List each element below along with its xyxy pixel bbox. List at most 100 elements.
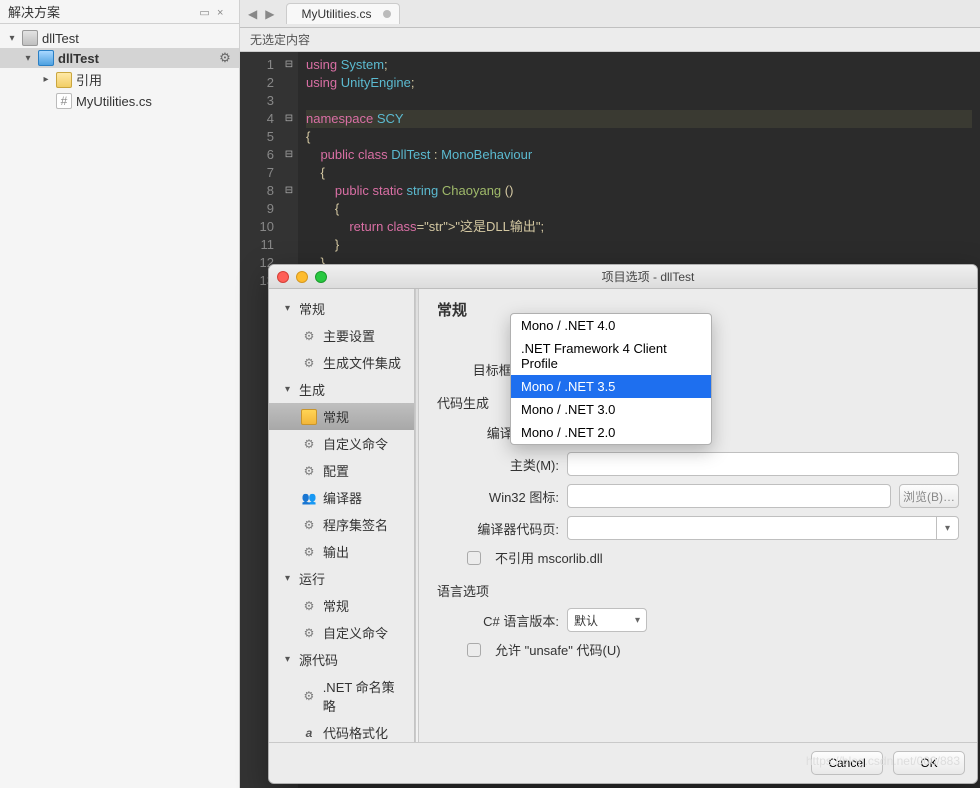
folder-icon <box>56 72 72 88</box>
sidebar-item-label: 代码格式化 <box>323 723 388 742</box>
solution-tree: ▾ dllTest ▾ dllTest ⚙ ▸ 引用 # MyUti <box>0 24 239 115</box>
sidebar-item-label: 常规 <box>323 596 349 615</box>
solution-root-label: dllTest <box>42 31 79 46</box>
format-icon: a <box>301 725 317 741</box>
breadcrumb[interactable]: 无选定内容 <box>240 28 980 52</box>
target-framework-dropdown[interactable]: Mono / .NET 4.0.NET Framework 4 Client P… <box>510 313 712 445</box>
nav-back-icon[interactable]: ◀ <box>248 7 257 21</box>
sidebar-group-label: 生成 <box>299 380 325 399</box>
tab-label: MyUtilities.cs <box>301 7 371 21</box>
sidebar-item[interactable]: ⚙ 自定义命令 <box>269 430 414 457</box>
main-class-label: 主类(M): <box>451 455 559 474</box>
allow-unsafe-checkbox[interactable] <box>467 643 481 657</box>
project-settings-gear-icon[interactable]: ⚙ <box>217 50 233 66</box>
sidebar-item[interactable]: ⚙ 输出 <box>269 538 414 565</box>
dropdown-option[interactable]: Mono / .NET 3.5 <box>511 375 711 398</box>
no-mscorlib-checkbox[interactable] <box>467 551 481 565</box>
file-node[interactable]: # MyUtilities.cs <box>0 91 239 111</box>
sidebar-item[interactable]: ⚙ 配置 <box>269 457 414 484</box>
sidebar-item[interactable]: ⚙ 自定义命令 <box>269 619 414 646</box>
sidebar-group[interactable]: ▾ 运行 <box>269 565 414 592</box>
sidebar-item-label: 生成文件集成 <box>323 353 401 372</box>
references-label: 引用 <box>76 70 102 89</box>
sidebar-item-label: 主要设置 <box>323 326 375 345</box>
sidebar-item-label: 编译器 <box>323 488 362 507</box>
gear-icon: ⚙ <box>301 598 317 614</box>
panel-close-icon[interactable]: × <box>217 7 231 19</box>
lang-heading: 语言选项 <box>437 581 959 600</box>
sidebar-item[interactable]: a 代码格式化 <box>269 719 414 742</box>
win32-input[interactable] <box>567 484 891 508</box>
win32-label: Win32 图标: <box>451 487 559 506</box>
codepage-value <box>568 517 936 539</box>
nav-forward-icon[interactable]: ▶ <box>265 7 274 21</box>
no-mscorlib-label: 不引用 mscorlib.dll <box>495 548 603 567</box>
codepage-combobox[interactable]: ▾ <box>567 516 959 540</box>
sidebar-item-label: .NET 命名策略 <box>323 677 406 715</box>
references-node[interactable]: ▸ 引用 <box>0 68 239 91</box>
csharp-file-icon: # <box>56 93 72 109</box>
window-close-icon[interactable] <box>277 271 289 283</box>
file-label: MyUtilities.cs <box>76 94 152 109</box>
people-icon: 👥 <box>301 490 317 506</box>
sidebar-item-label: 自定义命令 <box>323 623 388 642</box>
dropdown-option[interactable]: .NET Framework 4 Client Profile <box>511 337 711 375</box>
project-label: dllTest <box>58 51 99 66</box>
allow-unsafe-label: 允许 "unsafe" 代码(U) <box>495 640 621 659</box>
disclosure-icon[interactable]: ▾ <box>285 303 295 314</box>
dialog-title: 项目选项 - dllTest <box>327 268 969 285</box>
sidebar-item[interactable]: ⚙ 主要设置 <box>269 322 414 349</box>
disclosure-icon[interactable]: ▾ <box>285 573 295 584</box>
project-icon <box>38 50 54 66</box>
solution-root[interactable]: ▾ dllTest <box>0 28 239 48</box>
gear-icon: ⚙ <box>301 436 317 452</box>
window-minimize-icon[interactable] <box>296 271 308 283</box>
sidebar-group[interactable]: ▾ 常规 <box>269 295 414 322</box>
sidebar-item[interactable]: ⚙ 常规 <box>269 592 414 619</box>
gear-icon: ⚙ <box>301 625 317 641</box>
disclosure-icon[interactable]: ▾ <box>6 33 18 44</box>
sidebar-group[interactable]: ▾源代码 <box>269 646 414 673</box>
dropdown-option[interactable]: Mono / .NET 3.0 <box>511 398 711 421</box>
browse-button[interactable]: 浏览(B)… <box>899 484 959 508</box>
sidebar-item[interactable]: ⚙程序集签名 <box>269 511 414 538</box>
disclosure-icon[interactable]: ▾ <box>285 384 295 395</box>
gear-icon: ⚙ <box>301 463 317 479</box>
sidebar-item[interactable]: 常规 <box>269 403 414 430</box>
solution-icon <box>22 30 38 46</box>
disclosure-icon[interactable]: ▾ <box>285 654 295 665</box>
cs-version-select[interactable]: 默认 ▾ <box>567 608 647 632</box>
gear-icon: ⚙ <box>301 517 317 533</box>
sidebar-item-label: 配置 <box>323 461 349 480</box>
sidebar-group-label: 常规 <box>299 299 325 318</box>
options-sidebar: ▾常规⚙主要设置⚙生成文件集成▾生成常规⚙自定义命令⚙配置👥编译器⚙程序集签名⚙… <box>269 289 415 742</box>
chevron-down-icon[interactable]: ▾ <box>936 517 958 539</box>
editor-tab[interactable]: MyUtilities.cs <box>286 3 400 24</box>
gear-icon: ⚙ <box>301 688 317 704</box>
dialog-titlebar[interactable]: 项目选项 - dllTest <box>269 265 977 289</box>
blocks-icon <box>301 409 317 425</box>
sidebar-item-label: 输出 <box>323 542 349 561</box>
sidebar-item[interactable]: ⚙生成文件集成 <box>269 349 414 376</box>
tab-close-icon[interactable] <box>383 10 391 18</box>
gear-icon: ⚙ <box>301 328 317 344</box>
editor-tabstrip: ◀ ▶ MyUtilities.cs <box>240 0 980 28</box>
sidebar-item-label: 自定义命令 <box>323 434 388 453</box>
solution-title: 解决方案 <box>8 2 60 21</box>
disclosure-icon[interactable]: ▾ <box>22 53 34 64</box>
main-class-input[interactable] <box>567 452 959 476</box>
panel-pin-icon[interactable]: ▭ <box>199 6 213 19</box>
sidebar-group-label: 运行 <box>299 569 325 588</box>
project-node[interactable]: ▾ dllTest ⚙ <box>0 48 239 68</box>
dropdown-option[interactable]: Mono / .NET 4.0 <box>511 314 711 337</box>
dropdown-option[interactable]: Mono / .NET 2.0 <box>511 421 711 444</box>
solution-explorer: 解决方案 ▭ × ▾ dllTest ▾ dllTest ⚙ ▸ <box>0 0 240 788</box>
sidebar-item[interactable]: ⚙ .NET 命名策略 <box>269 673 414 719</box>
window-maximize-icon[interactable] <box>315 271 327 283</box>
watermark: https://blog.csdn.net/000/883 <box>806 754 960 768</box>
sidebar-group[interactable]: ▾ 生成 <box>269 376 414 403</box>
gear-icon: ⚙ <box>301 544 317 560</box>
sidebar-item-label: 常规 <box>323 407 349 426</box>
sidebar-item[interactable]: 👥 编译器 <box>269 484 414 511</box>
disclosure-icon[interactable]: ▸ <box>40 74 52 85</box>
